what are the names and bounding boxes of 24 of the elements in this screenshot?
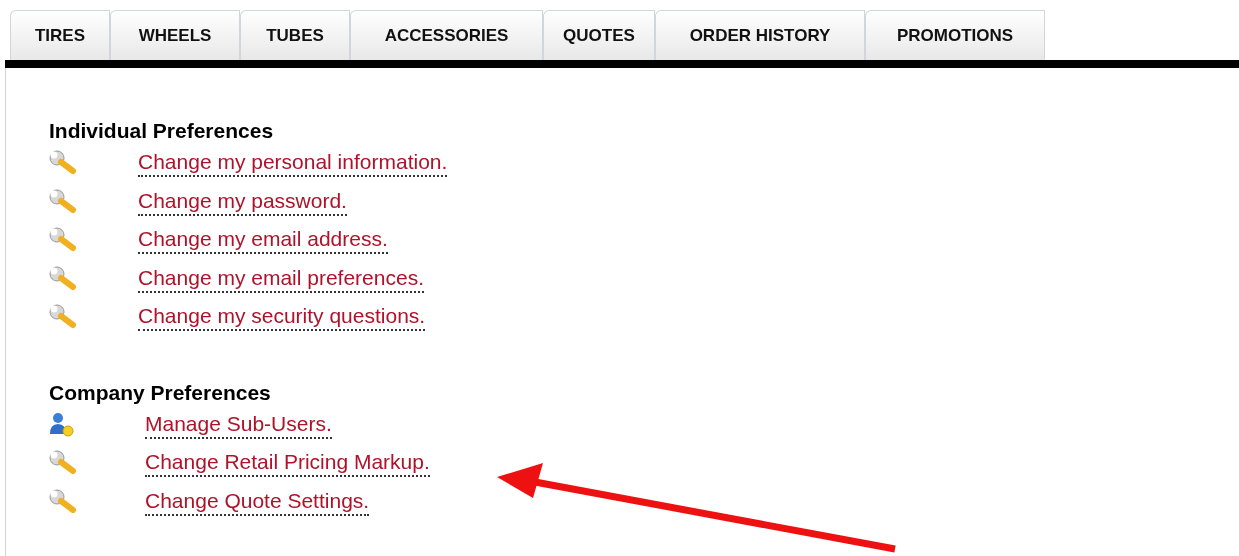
wrench-icon — [49, 265, 79, 292]
wrench-icon — [49, 150, 79, 177]
tab[interactable]: TIRES — [10, 10, 110, 60]
preference-link[interactable]: Change my security questions. — [138, 303, 426, 332]
tab[interactable]: WHEELS — [110, 10, 240, 60]
preference-link[interactable]: Change Quote Settings. — [145, 487, 370, 516]
tab[interactable]: ACCESSORIES — [350, 10, 543, 60]
wrench-icon — [49, 304, 79, 331]
section-heading: Individual Preferences — [49, 118, 275, 144]
preference-link[interactable]: Manage Sub-Users. — [145, 410, 332, 439]
wrench-icon — [49, 227, 79, 254]
tab[interactable]: ORDER HISTORY — [655, 10, 865, 60]
preference-link[interactable]: Change my password. — [138, 187, 347, 216]
section-heading: Company Preferences — [49, 379, 272, 406]
wrench-icon — [49, 188, 79, 215]
preference-link[interactable]: Change my email preferences. — [138, 264, 424, 293]
wrench-icon — [49, 450, 79, 477]
preference-link[interactable]: Change Retail Pricing Markup. — [145, 449, 430, 478]
preference-link[interactable]: Change my personal information. — [138, 149, 448, 178]
tab[interactable]: PROMOTIONS — [865, 10, 1045, 60]
tab[interactable]: QUOTES — [543, 10, 655, 60]
wrench-icon — [49, 488, 79, 515]
preference-link[interactable]: Change my email address. — [138, 226, 388, 255]
tab[interactable]: TUBES — [240, 10, 350, 60]
